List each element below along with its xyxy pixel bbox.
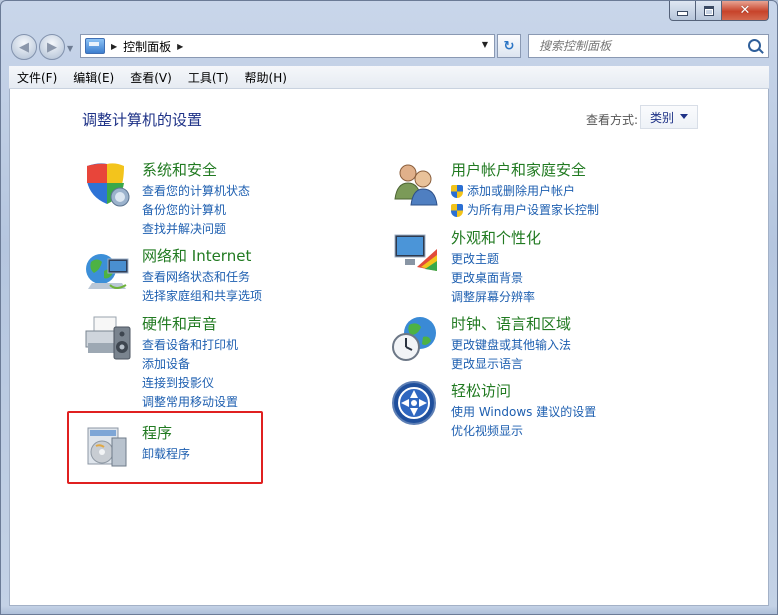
link-windows-suggested-settings[interactable]: 使用 Windows 建议的设置: [451, 403, 596, 422]
uac-shield-icon: [451, 185, 463, 198]
maximize-icon: [703, 5, 714, 16]
forward-arrow-icon: ▶: [47, 39, 57, 55]
menu-view[interactable]: 查看(V): [122, 69, 180, 86]
link-devices-printers[interactable]: 查看设备和打印机: [142, 336, 238, 355]
breadcrumb-separator-icon[interactable]: ▶: [111, 42, 117, 51]
link-change-display-language[interactable]: 更改显示语言: [451, 355, 571, 374]
category-system-security: 系统和安全 查看您的计算机状态 备份您的计算机 查找并解决问题: [82, 159, 342, 239]
search-box[interactable]: [528, 34, 769, 58]
page-title: 调整计算机的设置: [82, 111, 203, 129]
window-bottom-frame: [1, 606, 777, 614]
refresh-button[interactable]: ↻: [497, 34, 521, 58]
category-title[interactable]: 用户帐户和家庭安全: [451, 159, 586, 180]
navigation-bar: ◀ ▶ ▼ ▶ 控制面板 ▶ ▼ ↻: [1, 29, 777, 65]
title-bar: ✕: [1, 1, 777, 29]
maximize-button[interactable]: [695, 1, 722, 21]
search-icon[interactable]: [748, 39, 761, 52]
highlight-annotation: [67, 411, 263, 484]
forward-button[interactable]: ▶: [39, 34, 65, 60]
link-change-keyboard[interactable]: 更改键盘或其他输入法: [451, 336, 571, 355]
control-panel-icon: [85, 38, 105, 54]
link-label: 添加或删除用户帐户: [467, 184, 576, 198]
link-change-background[interactable]: 更改桌面背景: [451, 269, 535, 288]
link-parental-controls[interactable]: 为所有用户设置家长控制: [451, 201, 599, 220]
link-add-remove-accounts[interactable]: 添加或删除用户帐户: [451, 182, 599, 201]
menu-help[interactable]: 帮助(H): [237, 69, 295, 86]
link-optimize-display[interactable]: 优化视频显示: [451, 422, 596, 441]
clock-globe-icon[interactable]: [391, 313, 441, 363]
category-user-accounts: 用户帐户和家庭安全 添加或删除用户帐户 为所有用户设置家长控制: [391, 159, 691, 219]
breadcrumb-separator-icon[interactable]: ▶: [177, 42, 183, 51]
view-by-value: 类别: [650, 110, 675, 125]
network-icon[interactable]: [82, 245, 132, 295]
menu-file[interactable]: 文件(F): [9, 69, 65, 86]
category-title[interactable]: 外观和个性化: [451, 227, 541, 248]
refresh-icon: ↻: [503, 38, 515, 54]
category-title[interactable]: 网络和 Internet: [142, 245, 251, 266]
view-by-label: 查看方式:: [586, 113, 639, 127]
shield-icon[interactable]: [82, 159, 132, 209]
ease-of-access-icon[interactable]: [391, 380, 441, 430]
control-panel-window: ✕ ◀ ▶ ▼ ▶ 控制面板 ▶ ▼ ↻ 文件(F) 编辑(E) 查看(V) 工…: [0, 0, 778, 615]
close-button[interactable]: ✕: [721, 1, 769, 21]
link-view-network-status[interactable]: 查看网络状态和任务: [142, 268, 262, 287]
category-title[interactable]: 系统和安全: [142, 159, 217, 180]
users-icon[interactable]: [391, 159, 441, 209]
content-area: 调整计算机的设置 查看方式: 类别 系统和安全 查看您的计算机状态 备份您的计算…: [9, 89, 769, 606]
back-arrow-icon: ◀: [19, 39, 29, 55]
category-title[interactable]: 轻松访问: [451, 380, 511, 401]
link-add-device[interactable]: 添加设备: [142, 355, 238, 374]
menu-tools[interactable]: 工具(T): [180, 69, 237, 86]
link-mobility-settings[interactable]: 调整常用移动设置: [142, 393, 238, 412]
category-appearance: 外观和个性化 更改主题 更改桌面背景 调整屏幕分辨率: [391, 227, 691, 304]
printer-icon[interactable]: [82, 313, 132, 363]
link-change-theme[interactable]: 更改主题: [451, 250, 535, 269]
minimize-icon: [677, 11, 688, 16]
category-ease-of-access: 轻松访问 使用 Windows 建议的设置 优化视频显示: [391, 380, 691, 440]
link-backup-computer[interactable]: 备份您的计算机: [142, 201, 250, 220]
link-homegroup-sharing[interactable]: 选择家庭组和共享选项: [142, 287, 262, 306]
appearance-icon[interactable]: [391, 227, 441, 277]
link-label: 为所有用户设置家长控制: [467, 203, 600, 217]
address-dropdown-icon[interactable]: ▼: [482, 40, 488, 49]
breadcrumb-control-panel[interactable]: 控制面板: [123, 38, 171, 55]
close-icon: ✕: [739, 3, 751, 18]
minimize-button[interactable]: [669, 1, 696, 21]
link-screen-resolution[interactable]: 调整屏幕分辨率: [451, 288, 535, 307]
category-title[interactable]: 时钟、语言和区域: [451, 313, 571, 334]
link-view-computer-status[interactable]: 查看您的计算机状态: [142, 182, 250, 201]
menu-bar: 文件(F) 编辑(E) 查看(V) 工具(T) 帮助(H): [9, 66, 769, 89]
category-clock-region: 时钟、语言和区域 更改键盘或其他输入法 更改显示语言: [391, 313, 691, 373]
category-title[interactable]: 硬件和声音: [142, 313, 217, 334]
link-find-fix-problems[interactable]: 查找并解决问题: [142, 220, 250, 239]
view-by-dropdown[interactable]: 类别: [640, 105, 698, 129]
search-input[interactable]: [537, 38, 741, 54]
recent-pages-dropdown[interactable]: ▼: [67, 44, 73, 53]
uac-shield-icon: [451, 204, 463, 217]
address-bar[interactable]: ▶ 控制面板 ▶ ▼: [80, 34, 495, 58]
link-connect-projector[interactable]: 连接到投影仪: [142, 374, 238, 393]
category-hardware-sound: 硬件和声音 查看设备和打印机 添加设备 连接到投影仪 调整常用移动设置: [82, 313, 342, 409]
category-network: 网络和 Internet 查看网络状态和任务 选择家庭组和共享选项: [82, 245, 342, 305]
back-button[interactable]: ◀: [11, 34, 37, 60]
menu-edit[interactable]: 编辑(E): [65, 69, 122, 86]
chevron-down-icon: [680, 114, 688, 119]
